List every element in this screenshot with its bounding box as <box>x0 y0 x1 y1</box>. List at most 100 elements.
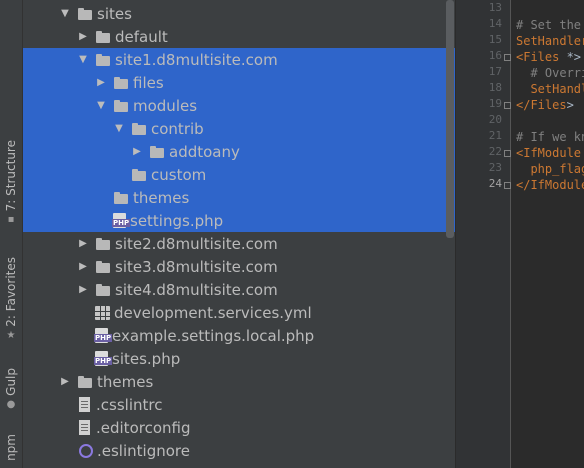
tree-item[interactable]: PHP example.settings.local.php <box>23 324 455 347</box>
gulp-tab[interactable]: Gulp ● <box>0 368 22 410</box>
tree-item[interactable]: .csslintrc <box>23 393 455 416</box>
tree-item[interactable]: .eslintignore <box>23 439 455 462</box>
code-line: php_flag <box>516 162 584 176</box>
tree-item[interactable]: development.services.yml <box>23 301 455 324</box>
tree-item-label: example.settings.local.php <box>112 326 315 345</box>
tree-item[interactable]: ▶ themes <box>23 370 455 393</box>
folder-icon <box>95 259 111 275</box>
code-line: SetHandl <box>516 82 584 96</box>
code-line: # If we kn <box>516 130 584 144</box>
code-line: </Files> <box>516 98 574 112</box>
folder-icon <box>113 98 129 114</box>
folder-icon <box>77 374 93 390</box>
expand-arrow-icon[interactable]: ▶ <box>95 77 107 88</box>
tree-item[interactable]: ▶ default <box>23 25 455 48</box>
tree-item[interactable]: PHP settings.php <box>23 209 455 232</box>
tree-item[interactable]: ▶ files <box>23 71 455 94</box>
tree-item-label: site1.d8multisite.com <box>115 50 278 69</box>
collapse-arrow-icon[interactable]: ▼ <box>95 100 107 111</box>
npm-tab[interactable]: npm <box>0 434 22 461</box>
text-file-icon <box>79 397 90 412</box>
tree-item[interactable]: ▼ site1.d8multisite.com <box>23 48 455 71</box>
tree-item[interactable]: ▼ contrib <box>23 117 455 140</box>
tree-item-label: themes <box>133 188 190 207</box>
line-number: 17 <box>488 65 502 78</box>
collapse-arrow-icon[interactable]: ▼ <box>113 123 125 134</box>
line-number: 16 <box>488 49 502 62</box>
tree-item[interactable]: ▶ addtoany <box>23 140 455 163</box>
eslint-icon <box>79 443 93 458</box>
folder-icon <box>95 29 111 45</box>
tree-item-label: site2.d8multisite.com <box>115 234 278 253</box>
fold-marker-icon[interactable] <box>504 150 511 157</box>
gulp-icon: ● <box>6 398 16 410</box>
favorites-tab[interactable]: 2: Favorites ★ <box>0 257 22 341</box>
tree-item[interactable]: custom <box>23 163 455 186</box>
folder-icon <box>131 121 147 137</box>
line-number: 24 <box>488 177 502 190</box>
tree-item-label: custom <box>151 165 207 184</box>
code-line: SetHandler <box>516 34 584 48</box>
tree-item-label: .editorconfig <box>96 418 191 437</box>
tree-item[interactable]: ▶ site3.d8multisite.com <box>23 255 455 278</box>
code-editor[interactable]: # Set the SetHandler <Files *> # Overri Se… <box>511 0 584 468</box>
folder-icon <box>95 236 111 252</box>
text-file-icon <box>79 420 90 435</box>
tree-item-label: contrib <box>151 119 204 138</box>
code-line: <IfModule <box>516 146 582 160</box>
code-line: <Files *> <box>516 50 582 64</box>
folder-icon <box>131 167 147 183</box>
structure-tab[interactable]: 7: Structure ▪ <box>0 140 22 225</box>
tree-item-label: default <box>115 27 168 46</box>
folder-icon <box>149 144 165 160</box>
folder-icon <box>113 190 129 206</box>
folder-icon <box>95 52 111 68</box>
tree-item[interactable]: PHP sites.php <box>23 347 455 370</box>
collapse-arrow-icon[interactable]: ▼ <box>59 8 71 19</box>
expand-arrow-icon[interactable]: ▶ <box>77 238 89 249</box>
favorites-tab-label: 2: Favorites <box>4 257 18 327</box>
tree-item[interactable]: ▶ site2.d8multisite.com <box>23 232 455 255</box>
tree-item-label: sites.php <box>112 349 181 368</box>
line-number: 13 <box>488 1 502 14</box>
tree-item-label: site3.d8multisite.com <box>115 257 278 276</box>
tree-item-label: site4.d8multisite.com <box>115 280 278 299</box>
code-line: </IfModule <box>516 178 584 192</box>
tree-item-label: themes <box>97 372 154 391</box>
expand-arrow-icon[interactable]: ▶ <box>77 31 89 42</box>
expand-arrow-icon[interactable]: ▶ <box>77 261 89 272</box>
line-number: 14 <box>488 17 502 30</box>
expand-arrow-icon[interactable]: ▶ <box>77 284 89 295</box>
expand-arrow-icon[interactable]: ▶ <box>59 376 71 387</box>
tree-scrollbar[interactable] <box>446 0 454 238</box>
gulp-tab-label: Gulp <box>4 368 18 396</box>
fold-marker-icon[interactable] <box>504 102 511 109</box>
line-number: 21 <box>488 129 502 142</box>
tree-item[interactable]: ▶ site4.d8multisite.com <box>23 278 455 301</box>
npm-tab-label: npm <box>4 434 18 461</box>
tree-item-label: addtoany <box>169 142 240 161</box>
structure-tab-label: 7: Structure <box>4 140 18 212</box>
line-number: 23 <box>488 161 502 174</box>
tree-item[interactable]: ▼ sites <box>23 2 455 25</box>
code-line: # Set the <box>516 18 582 32</box>
expand-arrow-icon[interactable]: ▶ <box>131 146 143 157</box>
tree-item-label: settings.php <box>130 211 224 230</box>
php-file-icon: PHP <box>94 351 113 366</box>
project-tree: ▼ sites ▶ default ▼ site1.d8multisite.com ▶ fil… <box>23 0 455 468</box>
fold-marker-icon[interactable] <box>504 182 511 189</box>
star-icon: ★ <box>6 329 16 341</box>
line-number: 15 <box>488 33 502 46</box>
tree-item-label: sites <box>97 4 132 23</box>
fold-marker-icon[interactable] <box>504 54 511 61</box>
yml-file-icon <box>95 305 110 320</box>
structure-icon: ▪ <box>7 214 15 226</box>
folder-icon <box>113 75 129 91</box>
tree-item-label: development.services.yml <box>114 303 312 322</box>
line-number: 20 <box>488 113 502 126</box>
tree-item[interactable]: .editorconfig <box>23 416 455 439</box>
editor-gutter: 13 14 15 16 17 18 19 20 21 22 23 24 <box>456 0 511 468</box>
collapse-arrow-icon[interactable]: ▼ <box>77 54 89 65</box>
tree-item[interactable]: themes <box>23 186 455 209</box>
tree-item[interactable]: ▼ modules <box>23 94 455 117</box>
